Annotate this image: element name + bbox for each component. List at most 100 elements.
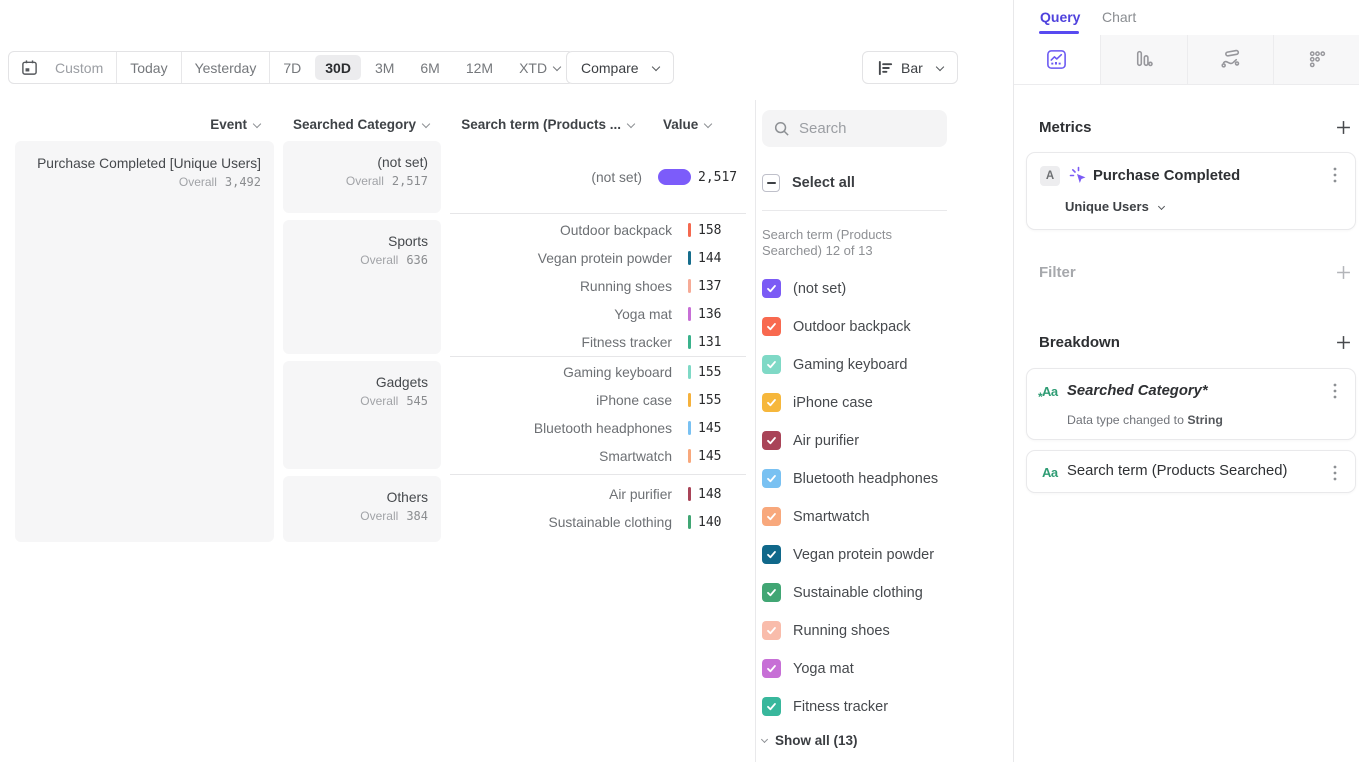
term-row-air-purifier[interactable]: Air purifier148 bbox=[450, 480, 750, 508]
checkbox-checked-icon[interactable] bbox=[762, 697, 781, 716]
category-cell-others[interactable]: Others Overall384 bbox=[283, 476, 441, 542]
legend-item-iphone-case[interactable]: iPhone case bbox=[762, 393, 873, 412]
legend-divider-line bbox=[762, 210, 947, 211]
date-range-custom[interactable]: Custom bbox=[42, 52, 116, 83]
tab-query[interactable]: Query bbox=[1040, 9, 1080, 25]
indeterminate-checkbox-icon[interactable] bbox=[762, 174, 780, 192]
checkbox-checked-icon[interactable] bbox=[762, 469, 781, 488]
kebab-menu-icon[interactable] bbox=[1327, 382, 1343, 400]
view-tab-funnels[interactable] bbox=[1101, 35, 1188, 84]
kebab-menu-icon[interactable] bbox=[1327, 464, 1343, 482]
chart-type-select[interactable]: Bar bbox=[862, 51, 958, 84]
legend-item-yoga-mat[interactable]: Yoga mat bbox=[762, 659, 854, 678]
legend-item-running-shoes[interactable]: Running shoes bbox=[762, 621, 890, 640]
panel-divider bbox=[755, 100, 756, 762]
kebab-menu-icon[interactable] bbox=[1327, 166, 1343, 184]
term-row-vegan-protein-powder[interactable]: Vegan protein powder144 bbox=[450, 244, 750, 272]
tab-chart[interactable]: Chart bbox=[1102, 9, 1136, 25]
term-group: (not set)2,517 bbox=[450, 141, 750, 213]
retention-icon bbox=[1307, 49, 1328, 70]
search-icon bbox=[774, 121, 790, 137]
date-range-yesterday[interactable]: Yesterday bbox=[181, 52, 270, 83]
legend-item-gaming-keyboard[interactable]: Gaming keyboard bbox=[762, 355, 907, 374]
checkbox-checked-icon[interactable] bbox=[762, 393, 781, 412]
date-range-selector[interactable]: CustomTodayYesterday7D30D3M6M12MXTD bbox=[8, 51, 574, 84]
column-header-event[interactable]: Event bbox=[15, 117, 260, 132]
term-row-gaming-keyboard[interactable]: Gaming keyboard155 bbox=[450, 358, 750, 386]
checkbox-checked-icon[interactable] bbox=[762, 545, 781, 564]
view-tab-retention[interactable] bbox=[1274, 35, 1359, 84]
metric-name: Purchase Completed bbox=[1093, 168, 1240, 184]
term-row-yoga-mat[interactable]: Yoga mat136 bbox=[450, 300, 750, 328]
term-value: 155 bbox=[698, 393, 750, 408]
add-metric-button[interactable] bbox=[1332, 116, 1354, 138]
metrics-title: Metrics bbox=[1039, 119, 1092, 136]
add-breakdown-button[interactable] bbox=[1332, 331, 1354, 353]
flows-icon bbox=[1220, 49, 1241, 70]
view-tab-insights[interactable] bbox=[1014, 35, 1101, 84]
breakdown-note: Data type changed to String bbox=[1067, 413, 1223, 427]
legend-item-outdoor-backpack[interactable]: Outdoor backpack bbox=[762, 317, 911, 336]
legend-item-smartwatch[interactable]: Smartwatch bbox=[762, 507, 870, 526]
select-all-checkbox[interactable]: Select all bbox=[762, 174, 855, 192]
add-filter-button[interactable] bbox=[1332, 261, 1354, 283]
legend-item-bluetooth-headphones[interactable]: Bluetooth headphones bbox=[762, 469, 938, 488]
date-range-today[interactable]: Today bbox=[116, 52, 180, 83]
legend-item-vegan-protein-powder[interactable]: Vegan protein powder bbox=[762, 545, 934, 564]
date-range-xtd[interactable]: XTD bbox=[506, 52, 573, 83]
legend-item--not-set-[interactable]: (not set) bbox=[762, 279, 846, 298]
checkbox-checked-icon[interactable] bbox=[762, 279, 781, 298]
value-bar bbox=[688, 223, 691, 237]
string-property-icon: Aa* bbox=[1042, 384, 1058, 399]
term-row-smartwatch[interactable]: Smartwatch 145 bbox=[450, 442, 750, 470]
term-row-iphone-case[interactable]: iPhone case155 bbox=[450, 386, 750, 414]
term-row--not-set-[interactable]: (not set)2,517 bbox=[450, 141, 750, 213]
term-value: 145 bbox=[698, 449, 750, 464]
category-cell--not-set-[interactable]: (not set) Overall2,517 bbox=[283, 141, 441, 213]
term-label: Smartwatch bbox=[483, 449, 672, 464]
checkbox-checked-icon[interactable] bbox=[762, 317, 781, 336]
breakdown-card-searched-category[interactable]: Aa* Searched Category* Data type changed… bbox=[1026, 368, 1356, 440]
date-range-7d[interactable]: 7D bbox=[269, 52, 314, 83]
legend-item-label: Yoga mat bbox=[793, 661, 854, 677]
show-all-button[interactable]: Show all (13) bbox=[762, 733, 858, 748]
legend-item-sustainable-clothing[interactable]: Sustainable clothing bbox=[762, 583, 923, 602]
date-range-3m[interactable]: 3M bbox=[362, 52, 407, 83]
legend-item-fitness-tracker[interactable]: Fitness tracker bbox=[762, 697, 888, 716]
legend-item-label: Fitness tracker bbox=[793, 699, 888, 715]
category-cell-gadgets[interactable]: Gadgets Overall545 bbox=[283, 361, 441, 469]
legend-item-label: Air purifier bbox=[793, 433, 859, 449]
legend-item-air-purifier[interactable]: Air purifier bbox=[762, 431, 859, 450]
checkbox-checked-icon[interactable] bbox=[762, 355, 781, 374]
checkbox-checked-icon[interactable] bbox=[762, 621, 781, 640]
column-header-value[interactable]: Value bbox=[663, 117, 743, 132]
checkbox-checked-icon[interactable] bbox=[762, 583, 781, 602]
category-overall: Overall636 bbox=[296, 253, 428, 267]
compare-button[interactable]: Compare bbox=[566, 51, 674, 84]
measure-selector[interactable]: Unique Users bbox=[1065, 199, 1164, 214]
category-cell-sports[interactable]: Sports Overall636 bbox=[283, 220, 441, 354]
search-input[interactable] bbox=[799, 120, 919, 137]
value-bar bbox=[688, 279, 691, 293]
checkbox-checked-icon[interactable] bbox=[762, 507, 781, 526]
column-header-searched-category[interactable]: Searched Category bbox=[283, 117, 429, 132]
view-tab-flows[interactable] bbox=[1188, 35, 1275, 84]
term-row-running-shoes[interactable]: Running shoes137 bbox=[450, 272, 750, 300]
column-header-search-term[interactable]: Search term (Products ... bbox=[450, 117, 634, 132]
calendar-icon[interactable] bbox=[9, 52, 42, 83]
term-row-sustainable-clothing[interactable]: Sustainable clothing140 bbox=[450, 508, 750, 536]
date-range-30d[interactable]: 30D bbox=[315, 55, 361, 80]
legend-search-box[interactable] bbox=[762, 110, 947, 147]
breakdown-card-search-term[interactable]: Aa Search term (Products Searched) bbox=[1026, 450, 1356, 493]
term-row-fitness-tracker[interactable]: Fitness tracker131 bbox=[450, 328, 750, 356]
term-row-outdoor-backpack[interactable]: Outdoor backpack158 bbox=[450, 216, 750, 244]
term-value: 137 bbox=[698, 279, 750, 294]
date-range-6m[interactable]: 6M bbox=[407, 52, 452, 83]
checkbox-checked-icon[interactable] bbox=[762, 659, 781, 678]
metric-card[interactable]: A Purchase Completed Unique Users bbox=[1026, 152, 1356, 230]
event-cell[interactable]: Purchase Completed [Unique Users] Overal… bbox=[15, 141, 274, 542]
term-row-bluetooth-headphones[interactable]: Bluetooth headphones145 bbox=[450, 414, 750, 442]
date-range-12m[interactable]: 12M bbox=[453, 52, 506, 83]
chevron-down-icon bbox=[651, 62, 659, 70]
checkbox-checked-icon[interactable] bbox=[762, 431, 781, 450]
